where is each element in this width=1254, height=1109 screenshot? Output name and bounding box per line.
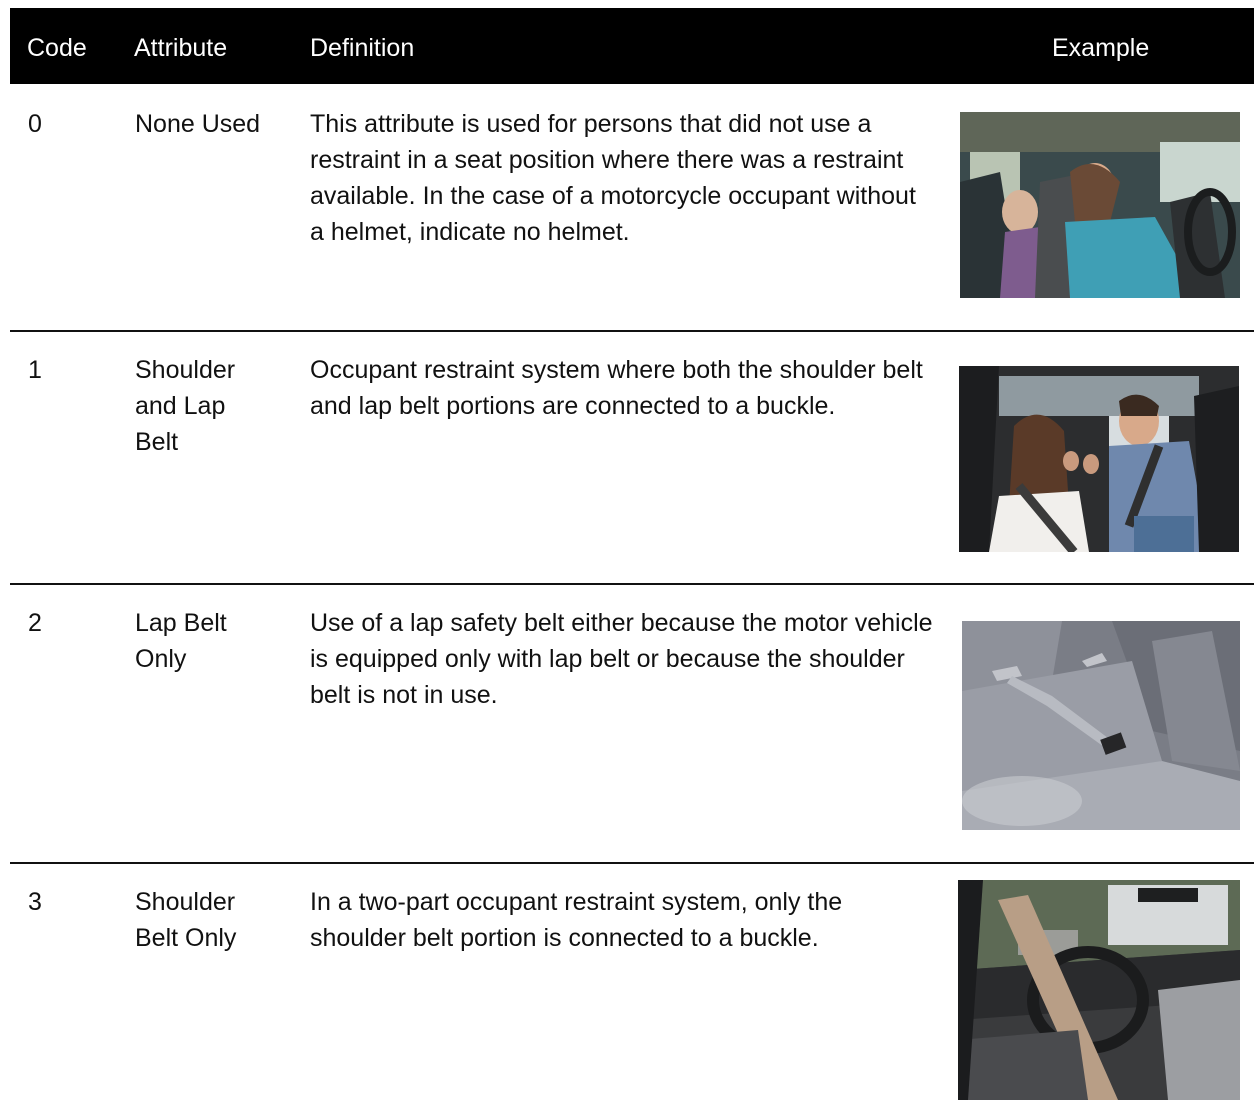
family-wearing-seatbelts-photo bbox=[959, 366, 1239, 552]
table-row: 2 Lap Belt Only Use of a lap safety belt… bbox=[10, 605, 1254, 835]
header-example: Example bbox=[1052, 34, 1150, 62]
row-attribute: Lap Belt Only bbox=[135, 609, 227, 673]
table-row: 3 Shoulder Belt Only In a two-part occup… bbox=[10, 880, 1254, 1109]
table-header: Code Attribute Definition Example bbox=[10, 8, 1254, 84]
header-definition: Definition bbox=[310, 34, 415, 62]
header-attribute: Attribute bbox=[134, 34, 228, 62]
lap-belt-on-seat-photo bbox=[962, 621, 1240, 830]
row-divider bbox=[10, 330, 1254, 332]
header-code: Code bbox=[27, 34, 87, 62]
woman-driving-child-unbelted-photo bbox=[960, 112, 1240, 298]
row-code: 0 bbox=[28, 110, 42, 138]
row-divider bbox=[10, 862, 1254, 864]
table-row: 0 None Used This attribute is used for p… bbox=[10, 106, 1254, 306]
row-definition: Occupant restraint system where both the… bbox=[310, 356, 923, 420]
row-attribute: Shoulder and Lap Belt bbox=[135, 356, 236, 456]
row-definition: In a two-part occupant restraint system,… bbox=[310, 888, 843, 952]
row-code: 1 bbox=[28, 356, 42, 384]
row-divider bbox=[10, 583, 1254, 585]
table-row: 1 Shoulder and Lap Belt Occupant restrai… bbox=[10, 352, 1254, 562]
row-code: 3 bbox=[28, 888, 42, 916]
row-code: 2 bbox=[28, 609, 42, 637]
row-attribute: None Used bbox=[135, 110, 261, 138]
car-interior-shoulder-belt-photo bbox=[958, 880, 1240, 1100]
row-attribute: Shoulder Belt Only bbox=[135, 888, 237, 952]
row-definition: Use of a lap safety belt either because … bbox=[310, 609, 933, 709]
row-definition: This attribute is used for persons that … bbox=[310, 110, 916, 246]
